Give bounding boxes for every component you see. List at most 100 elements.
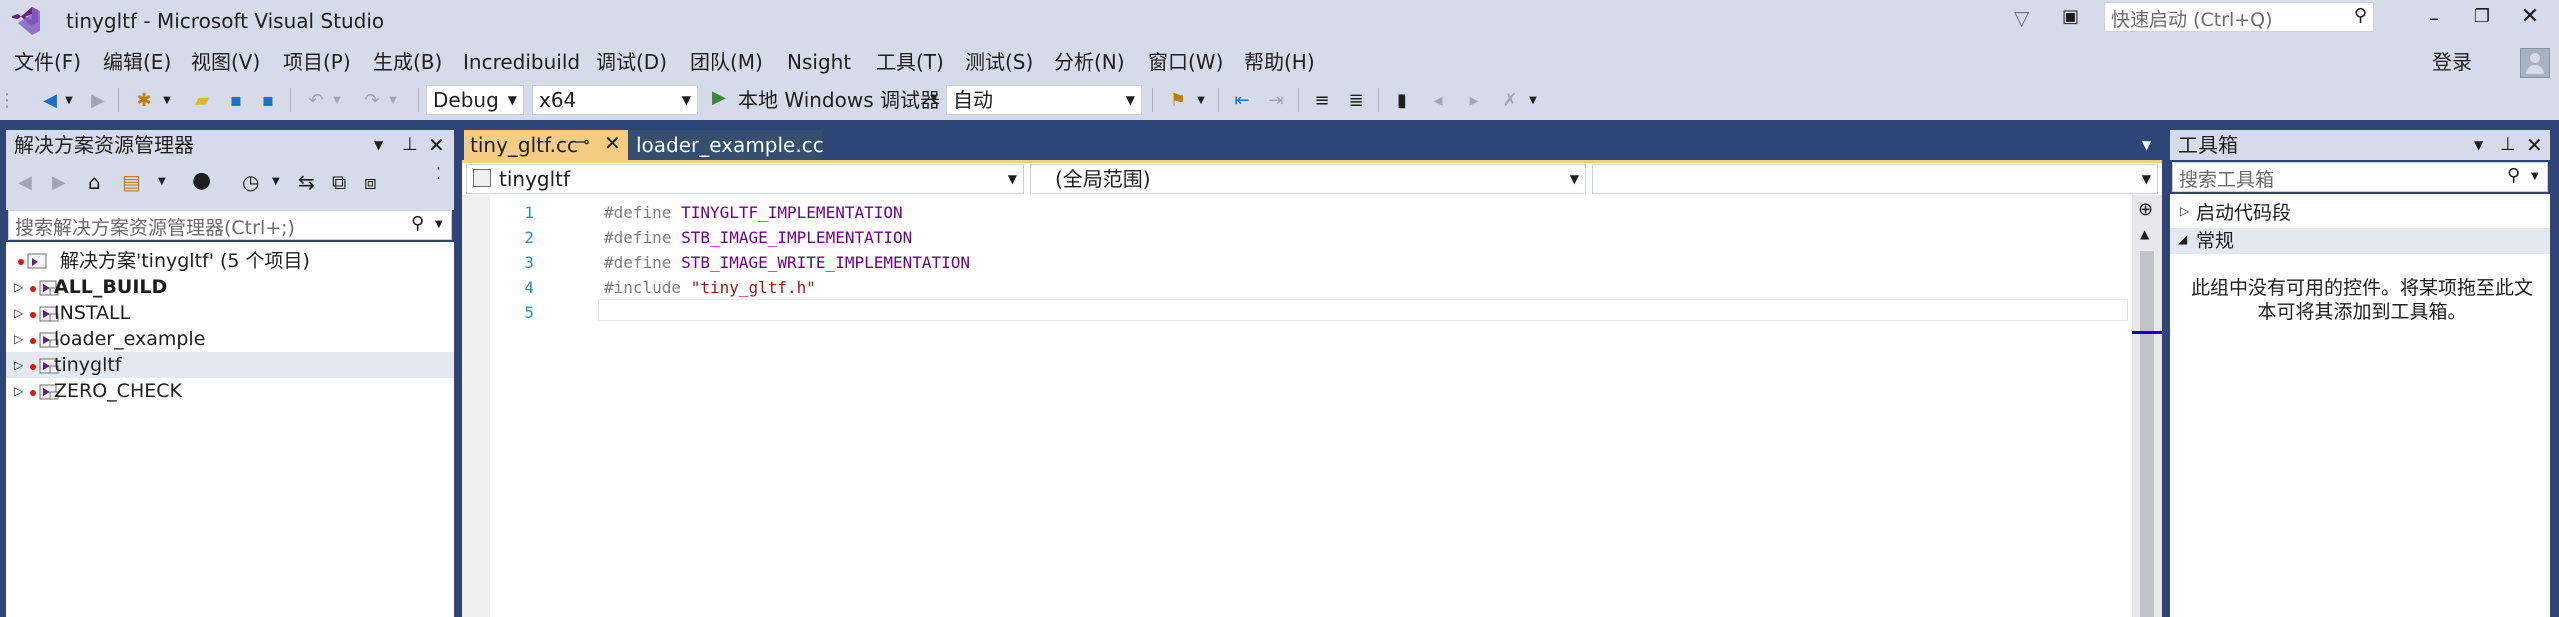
search-options-icon[interactable]: ▼ xyxy=(435,219,443,230)
menu-window[interactable]: 窗口(W) xyxy=(1148,48,1223,76)
search-options-icon[interactable]: ▼ xyxy=(2531,171,2539,182)
menu-nsight[interactable]: Nsight xyxy=(787,48,851,76)
tab-loader-example-cc[interactable]: loader_example.cc xyxy=(630,130,824,160)
menu-debug[interactable]: 调试(D) xyxy=(596,48,667,76)
project-node[interactable]: ▷ ZERO_CHECK xyxy=(6,378,454,404)
member-select[interactable]: ▼ xyxy=(1592,164,2158,194)
menu-view[interactable]: 视图(V) xyxy=(191,48,260,76)
chevron-down-icon: ▼ xyxy=(681,93,691,107)
close-button[interactable]: ✕ xyxy=(2518,4,2542,29)
toolbar-grip-icon[interactable]: ⋮ xyxy=(0,86,16,114)
close-icon[interactable]: ✕ xyxy=(2526,130,2543,160)
navigate-forward-icon[interactable]: ▶ xyxy=(84,86,112,114)
menu-analyze[interactable]: 分析(N) xyxy=(1054,48,1125,76)
navigate-back-icon[interactable]: ◀ xyxy=(36,86,64,114)
collapse-all-icon[interactable]: ⧉ xyxy=(332,170,346,194)
toolbox-group-code-snippets[interactable]: ▷ 启动代码段 xyxy=(2170,200,2550,226)
account-avatar-icon[interactable] xyxy=(2520,48,2550,78)
comment-icon[interactable]: ≣ xyxy=(1342,86,1370,114)
close-tab-icon[interactable]: ✕ xyxy=(604,131,621,155)
show-all-files-icon[interactable]: ⧈ xyxy=(364,170,377,194)
feedback-icon[interactable]: ▣ xyxy=(2062,6,2088,32)
restore-button[interactable]: ❐ xyxy=(2470,6,2494,30)
solution-platform-select[interactable]: x64 ▼ xyxy=(532,85,698,115)
step-into-icon[interactable]: ⇤ xyxy=(1228,86,1256,114)
tab-list-dropdown-icon[interactable]: ▼ xyxy=(2142,138,2151,152)
solution-search-input[interactable]: 搜索解决方案资源管理器(Ctrl+;) ⚲ ▼ xyxy=(8,210,452,240)
solution-configuration-select[interactable]: Debug ▼ xyxy=(426,85,524,115)
menu-tools[interactable]: 工具(T) xyxy=(876,48,944,76)
expand-icon[interactable]: ▷ xyxy=(14,300,23,326)
expand-icon[interactable]: ▷ xyxy=(14,274,23,300)
previous-bookmark-icon[interactable]: ◂ xyxy=(1424,86,1452,114)
back-icon[interactable]: ◀ xyxy=(18,172,32,193)
toolbox-search-input[interactable]: 搜索工具箱 ⚲ ▼ xyxy=(2172,162,2548,192)
menu-test[interactable]: 测试(S) xyxy=(965,48,1033,76)
outdent-icon[interactable]: ≡ xyxy=(1308,86,1336,114)
minimize-button[interactable]: – xyxy=(2422,6,2446,30)
type-scope-select[interactable]: (全局范围) ▼ xyxy=(1030,164,1586,194)
expand-icon[interactable]: ▷ xyxy=(14,352,23,378)
project-node[interactable]: ▷ loader_example xyxy=(6,326,454,352)
home-icon[interactable]: ⌂ xyxy=(88,170,101,194)
menu-project[interactable]: 项目(P) xyxy=(283,48,351,76)
menu-team[interactable]: 团队(M) xyxy=(690,48,763,76)
expand-icon[interactable]: ▷ xyxy=(14,378,23,404)
close-icon[interactable]: ✕ xyxy=(428,130,445,160)
step-over-icon[interactable]: ⇥ xyxy=(1262,86,1290,114)
vertical-scrollbar[interactable]: ⊕ ▲ xyxy=(2132,195,2162,617)
next-bookmark-icon[interactable]: ▸ xyxy=(1460,86,1488,114)
toolbar-options-icon[interactable]: ▼ xyxy=(1526,86,1540,114)
expand-icon[interactable]: ▷ xyxy=(14,326,23,352)
pending-changes-icon[interactable]: ◷ xyxy=(242,170,259,194)
debug-mode-select[interactable]: 自动 ▼ xyxy=(946,85,1142,115)
scroll-up-icon[interactable]: ▲ xyxy=(2140,227,2149,241)
project-node[interactable]: ▷ tinygltf xyxy=(6,352,454,378)
project-node[interactable]: ▷ ALL_BUILD xyxy=(6,274,454,300)
more-icon[interactable]: ⁚ xyxy=(436,164,441,183)
pin-icon[interactable]: ⊸ xyxy=(576,132,589,151)
open-file-icon[interactable]: ▰ xyxy=(188,86,216,114)
solution-node[interactable]: 解决方案'tinygltf' (5 个项目) xyxy=(6,248,454,274)
split-editor-icon[interactable]: ⊕ xyxy=(2138,199,2153,220)
clear-bookmarks-icon[interactable]: ✗ xyxy=(1496,86,1524,114)
undo-dropdown-icon[interactable]: ▼ xyxy=(330,86,344,114)
redo-icon[interactable]: ↷ xyxy=(358,86,386,114)
redo-dropdown-icon[interactable]: ▼ xyxy=(386,86,400,114)
code-editor[interactable]: 1 #define TINYGLTF_IMPLEMENTATION 2 #define… xyxy=(462,195,2132,617)
find-in-files-icon[interactable]: ⚑ xyxy=(1164,86,1192,114)
tab-tiny-gltf-cc[interactable]: tiny_gltf.cc ⊸ ✕ xyxy=(464,130,628,160)
switch-views-dropdown-icon[interactable]: ▼ xyxy=(158,176,166,187)
login-link[interactable]: 登录 xyxy=(2432,48,2472,76)
forward-icon[interactable]: ▶ xyxy=(52,172,66,193)
menu-build[interactable]: 生成(B) xyxy=(373,48,442,76)
menu-incredibuild[interactable]: Incredibuild xyxy=(463,48,580,76)
pending-changes-dropdown-icon[interactable]: ▼ xyxy=(272,176,280,187)
sync-icon[interactable]: ⇆ xyxy=(298,170,315,194)
project-scope-select[interactable]: tinygltf ▼ xyxy=(466,164,1024,194)
save-icon[interactable]: ▪ xyxy=(222,86,250,114)
new-project-icon[interactable]: ✱ xyxy=(130,86,158,114)
bookmark-icon[interactable]: ▮ xyxy=(1388,86,1416,114)
scrollbar-thumb[interactable] xyxy=(2140,251,2154,617)
start-debugging-button[interactable]: ▶ 本地 Windows 调试器 ▼ xyxy=(708,85,944,115)
panel-menu-icon[interactable]: ▼ xyxy=(374,130,383,160)
filter-icon[interactable]: ▽ xyxy=(2014,6,2040,32)
chevron-down-icon[interactable]: ▼ xyxy=(930,93,938,104)
save-all-icon[interactable]: ▪ xyxy=(254,86,282,114)
pin-icon[interactable]: ⊥ xyxy=(2500,130,2516,160)
pin-icon[interactable]: ⊥ xyxy=(402,130,418,160)
switch-views-icon[interactable]: ▤ xyxy=(122,170,141,194)
toolbox-group-general[interactable]: ◢ 常规 xyxy=(2170,228,2550,254)
undo-icon[interactable]: ↶ xyxy=(302,86,330,114)
quick-launch-input[interactable]: 快速启动 (Ctrl+Q) ⚲ xyxy=(2104,2,2374,32)
debug-icon[interactable]: ● xyxy=(192,168,211,193)
project-node[interactable]: ▷ INSTALL xyxy=(6,300,454,326)
navigate-back-dropdown-icon[interactable]: ▼ xyxy=(62,86,76,114)
new-project-dropdown-icon[interactable]: ▼ xyxy=(160,86,174,114)
menu-edit[interactable]: 编辑(E) xyxy=(103,48,171,76)
panel-menu-icon[interactable]: ▼ xyxy=(2474,130,2483,160)
overflow-dropdown-icon[interactable]: ▼ xyxy=(1194,86,1208,114)
menu-help[interactable]: 帮助(H) xyxy=(1244,48,1315,76)
menu-file[interactable]: 文件(F) xyxy=(14,48,81,76)
